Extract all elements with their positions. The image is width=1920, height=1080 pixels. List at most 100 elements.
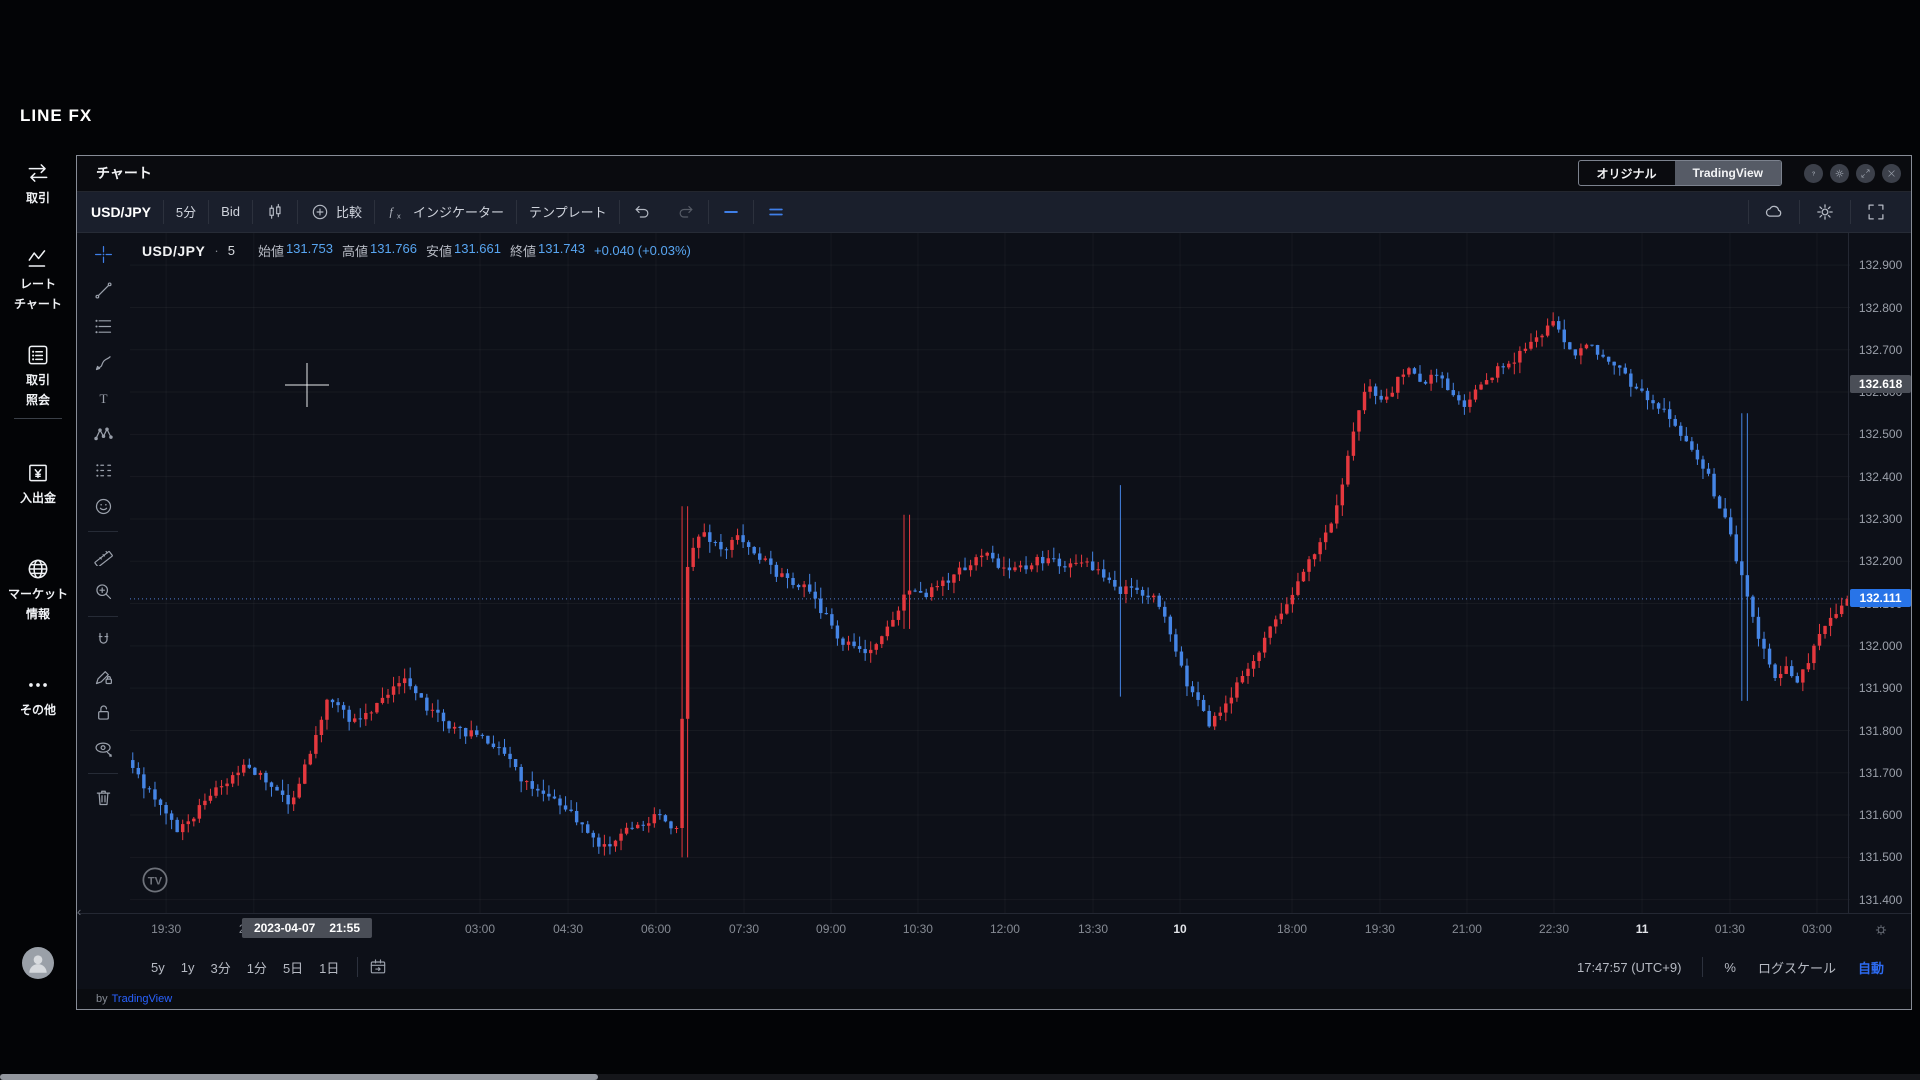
auto-scale-button[interactable]: 自動 bbox=[1847, 958, 1895, 977]
price-tick: 132.800 bbox=[1858, 300, 1903, 315]
range-button-3分[interactable]: 3分 bbox=[202, 958, 238, 977]
chart-style-button[interactable] bbox=[253, 198, 297, 226]
legend-interval: 5 bbox=[227, 243, 235, 259]
fx-icon: fx bbox=[387, 202, 407, 222]
price-axis[interactable]: 132.900132.800132.700132.600132.500132.4… bbox=[1848, 233, 1912, 914]
settings-icon[interactable] bbox=[1830, 163, 1849, 183]
single-line-icon bbox=[721, 202, 741, 222]
trendline-tool-icon[interactable] bbox=[86, 273, 120, 307]
chart-settings-button[interactable] bbox=[1800, 198, 1850, 226]
clock[interactable]: 17:47:57 (UTC+9) bbox=[1566, 960, 1692, 975]
tradingview-watermark: TV bbox=[140, 865, 170, 895]
sidebar-item-market[interactable]: マーケット 情報 bbox=[0, 556, 76, 622]
chart-plot-area[interactable]: USD/JPY · 5 始値 131.753 高値 131.766 安値 131.66… bbox=[129, 233, 1850, 914]
sidebar-item-trade[interactable]: 取引 bbox=[0, 160, 76, 206]
crosshair-price-label: 132.618 bbox=[1850, 374, 1912, 393]
legend-symbol[interactable]: USD/JPY bbox=[142, 243, 205, 259]
sidebar-item-label: チャート bbox=[14, 297, 62, 311]
panel-footer: by TradingView bbox=[77, 989, 1911, 1009]
brush-tool-icon[interactable] bbox=[86, 345, 120, 379]
time-tick: 19:30 bbox=[1364, 922, 1395, 937]
close-icon[interactable] bbox=[1882, 163, 1901, 183]
time-axis[interactable]: 03:00 01:30 11 22:30 21:00 19:30 18:00 10 13:30 1… bbox=[77, 913, 1911, 946]
compare-button[interactable]: 比較 bbox=[298, 198, 374, 226]
horizontal-scrollbar bbox=[0, 1074, 1920, 1080]
scrollbar-thumb[interactable] bbox=[0, 1074, 598, 1080]
svg-text:x: x bbox=[397, 212, 401, 221]
sidebar-item-rate[interactable]: レート チャート bbox=[0, 246, 76, 312]
hide-drawings-icon[interactable] bbox=[86, 731, 120, 765]
crosshair-tool-icon[interactable] bbox=[86, 237, 120, 271]
range-button-5y[interactable]: 5y bbox=[143, 960, 173, 975]
range-button-1日[interactable]: 1日 bbox=[311, 958, 347, 977]
order-list-icon bbox=[25, 342, 51, 368]
fullscreen-icon bbox=[1865, 201, 1887, 223]
forecast-tool-icon[interactable] bbox=[86, 453, 120, 487]
popout-icon[interactable] bbox=[1856, 163, 1875, 183]
price-tick: 131.700 bbox=[1858, 765, 1903, 780]
user-avatar[interactable] bbox=[22, 947, 54, 979]
remove-drawings-icon[interactable] bbox=[86, 780, 120, 814]
range-button-1y[interactable]: 1y bbox=[173, 960, 203, 975]
plus-circle-icon bbox=[310, 202, 330, 222]
tradingview-view-button[interactable]: TradingView bbox=[1674, 161, 1781, 186]
time-tick: 12:00 bbox=[989, 922, 1020, 937]
app-sidebar: 取引レート チャート 取引 照会入出金マーケット 情報その他 bbox=[0, 0, 76, 1080]
lock-drawings-icon[interactable] bbox=[86, 695, 120, 729]
sidebar-item-inquiry[interactable]: 取引 照会 bbox=[0, 342, 76, 408]
original-view-button[interactable]: オリジナル bbox=[1579, 161, 1675, 185]
interval-button[interactable]: 5分 bbox=[164, 198, 208, 226]
magnet-icon[interactable] bbox=[86, 623, 120, 657]
cash-box-icon bbox=[25, 460, 51, 486]
time-tick: 06:00 bbox=[640, 922, 671, 937]
templates-button[interactable]: テンプレート bbox=[517, 198, 619, 226]
symbol-button[interactable]: USD/JPY bbox=[89, 198, 163, 226]
price-tick: 132.400 bbox=[1858, 469, 1903, 484]
price-tick: 132.200 bbox=[1858, 554, 1903, 569]
text-tool-icon[interactable]: T bbox=[86, 381, 120, 415]
range-button-5日[interactable]: 5日 bbox=[275, 958, 311, 977]
price-tick: 131.800 bbox=[1858, 723, 1903, 738]
fib-retracement-icon[interactable] bbox=[86, 309, 120, 343]
rate-chart-icon bbox=[25, 246, 51, 272]
drawing-toolbar: ‹ T bbox=[77, 233, 130, 919]
undo-button[interactable] bbox=[620, 198, 664, 226]
gear-icon bbox=[1814, 201, 1836, 223]
cloud-icon bbox=[1763, 201, 1785, 223]
zoom-in-icon[interactable] bbox=[86, 574, 120, 608]
globe-icon bbox=[25, 556, 51, 582]
xabcd-pattern-icon[interactable] bbox=[86, 417, 120, 451]
sidebar-item-deposit[interactable]: 入出金 bbox=[0, 460, 76, 506]
time-tick: 01:30 bbox=[1714, 922, 1745, 937]
fullscreen-button[interactable] bbox=[1851, 198, 1901, 226]
log-scale-button[interactable]: ログスケール bbox=[1747, 958, 1847, 977]
time-tick: 22:30 bbox=[1538, 922, 1569, 937]
price-tick: 132.500 bbox=[1858, 427, 1903, 442]
horizontal-line-shortcut[interactable] bbox=[709, 198, 753, 226]
percent-scale-button[interactable]: % bbox=[1713, 960, 1747, 975]
tradingview-link[interactable]: TradingView bbox=[112, 993, 173, 1005]
more-dots-icon bbox=[25, 672, 51, 698]
go-to-date-icon[interactable] bbox=[368, 957, 388, 977]
help-icon[interactable]: ? bbox=[1804, 163, 1823, 183]
collapse-toolbar-icon[interactable]: ‹ bbox=[77, 904, 81, 919]
sidebar-item-label: 取引 bbox=[25, 191, 50, 205]
emoji-tool-icon[interactable] bbox=[86, 489, 120, 523]
swap-arrows-icon bbox=[25, 160, 51, 186]
time-tick: 03:00 bbox=[1801, 922, 1832, 937]
range-button-1分[interactable]: 1分 bbox=[239, 958, 275, 977]
date-tick: 11 bbox=[1635, 922, 1649, 937]
stay-in-drawing-mode-icon[interactable] bbox=[86, 659, 120, 693]
time-axis-settings-icon[interactable] bbox=[1873, 922, 1889, 938]
toolbar-divider bbox=[88, 773, 119, 775]
svg-text:?: ? bbox=[1812, 171, 1816, 177]
chart-body: ‹ T USD/JPY · 5 始値 131.753 高値 131.766 安値 13… bbox=[77, 233, 1912, 919]
price-type-button[interactable]: Bid bbox=[209, 198, 252, 226]
redo-button[interactable] bbox=[664, 198, 708, 226]
indicators-button[interactable]: f x インジケーター bbox=[375, 198, 516, 226]
double-line-icon bbox=[766, 202, 786, 222]
measure-icon[interactable] bbox=[86, 538, 120, 572]
cloud-save-button[interactable] bbox=[1749, 198, 1799, 226]
sidebar-item-others[interactable]: その他 bbox=[0, 672, 76, 718]
parallel-lines-shortcut[interactable] bbox=[754, 198, 798, 226]
